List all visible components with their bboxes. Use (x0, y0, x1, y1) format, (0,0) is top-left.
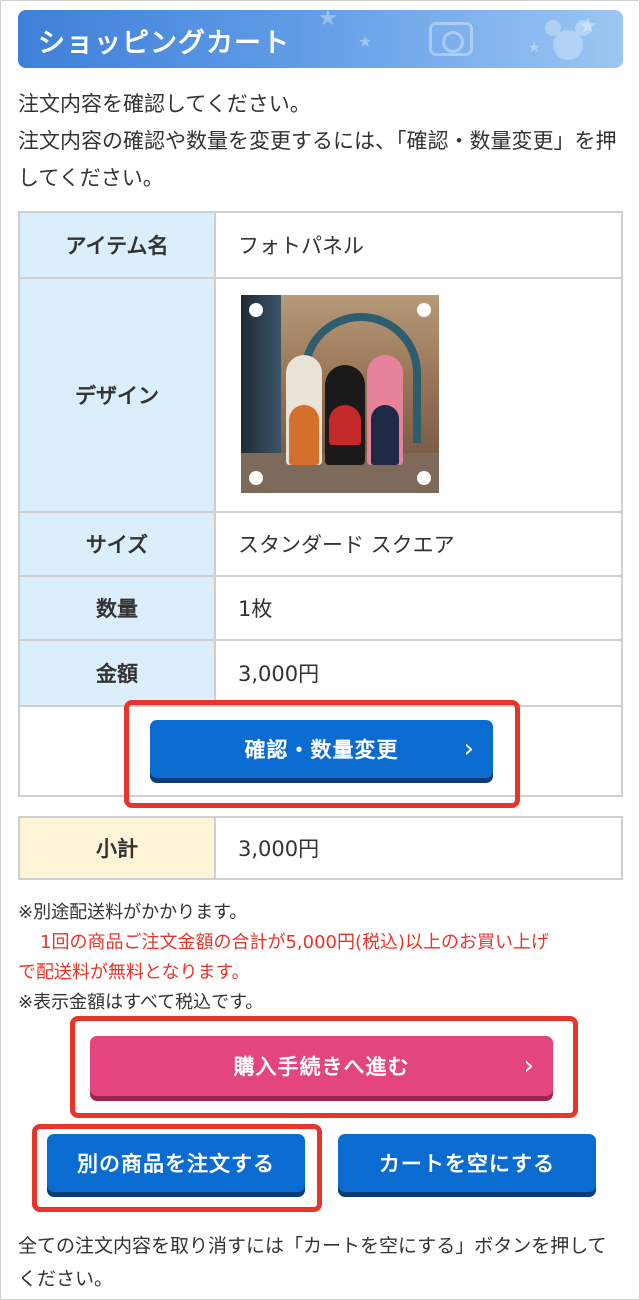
subtotal-table: 小計 3,000円 (18, 816, 623, 880)
empty-cart-button[interactable]: カートを空にする (338, 1134, 596, 1192)
checkout-label: 購入手続きへ進む (233, 1055, 410, 1079)
tax-note: ※表示金額はすべて税込です。 (18, 992, 264, 1013)
mickey-corner-icon (249, 303, 263, 317)
star-decoration-icon: ★ (358, 32, 373, 51)
free-shipping-note-1: 1回の商品ご注文金額の合計が5,000円(税込)以上のお買い上げ (40, 932, 550, 953)
design-cell (216, 279, 621, 511)
chevron-right-icon: › (523, 1051, 535, 1081)
table-row-quantity: 数量 1枚 (20, 575, 621, 639)
mickey-corner-icon (417, 471, 431, 485)
table-header-cell: 数量 (20, 577, 216, 639)
subtotal-value: 3,000円 (238, 837, 320, 861)
table-row-size: サイズ スタンダード スクエア (20, 511, 621, 575)
intro-text: 注文内容を確認してください。 注文内容の確認や数量を変更するには、「確認・数量変… (18, 86, 623, 197)
checkout-button[interactable]: 購入手続きへ進む › (90, 1036, 553, 1096)
camera-decoration-icon (429, 22, 473, 56)
empty-cart-label: カートを空にする (378, 1152, 556, 1176)
free-shipping-note-2: で配送料が無料となります。 (18, 962, 250, 983)
confirm-quantity-label: 確認・数量変更 (244, 738, 399, 762)
confirm-quantity-button[interactable]: 確認・数量変更 › (150, 720, 493, 778)
page-header: ★ ★ ★ ★ ショッピングカート (18, 10, 623, 68)
page-title: ショッピングカート (38, 28, 290, 59)
star-decoration-icon: ★ (528, 40, 541, 56)
quantity-value: 1枚 (238, 597, 273, 621)
table-row-item-name: アイテム名 フォトパネル (20, 211, 621, 277)
star-decoration-icon: ★ (318, 10, 338, 31)
table-header-cell: デザイン (20, 279, 216, 511)
table-header-cell: サイズ (20, 513, 216, 575)
order-other-item-label: 別の商品を注文する (77, 1152, 275, 1176)
table-row-price: 金額 3,000円 (20, 639, 621, 705)
item-name-value: フォトパネル (238, 234, 364, 258)
empty-cart-instruction: 全ての注文内容を取り消すには「カートを空にする」ボタンを押してください。 (18, 1235, 607, 1290)
mickey-corner-icon (417, 303, 431, 317)
size-value: スタンダード スクエア (238, 533, 455, 557)
chevron-right-icon: › (463, 734, 475, 764)
table-header-cell: アイテム名 (20, 213, 216, 277)
price-value: 3,000円 (238, 662, 320, 686)
subtotal-label: 小計 (20, 818, 216, 878)
shipping-note: ※別途配送料がかかります。 (18, 902, 248, 923)
order-other-item-button[interactable]: 別の商品を注文する (47, 1134, 305, 1192)
mickey-corner-icon (249, 471, 263, 485)
table-row-design: デザイン (20, 277, 621, 511)
intro-line-2: 注文内容の確認や数量を変更するには、「確認・数量変更」を押してください。 (18, 129, 617, 190)
table-header-cell: 金額 (20, 641, 216, 705)
design-thumbnail-image (241, 295, 439, 493)
intro-line-1: 注文内容を確認してください。 (18, 92, 311, 116)
